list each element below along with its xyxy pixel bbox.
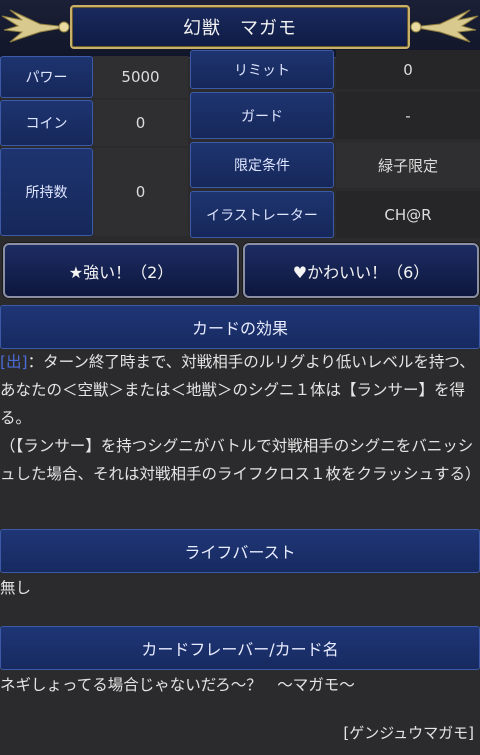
owned-count-label: 所持数 (0, 148, 93, 236)
effect-tag: [出] (0, 353, 28, 371)
card-effect-text: [出]：ターン終了時まで、対戦相手のルリグより低いレベルを持つ、あなたの＜空獣＞… (0, 348, 480, 488)
condition-label: 限定条件 (190, 142, 334, 188)
flavor-heading: カードフレーバー/カード名 (0, 626, 480, 670)
illustrator-value: CH@R (336, 191, 480, 238)
life-burst-heading: ライフバースト (0, 529, 480, 573)
illustrator-label: イラストレーター (190, 191, 334, 238)
coin-label: コイン (0, 100, 93, 146)
card-name-reading: [ゲンジュウマガモ] (343, 724, 474, 742)
strong-vote-button[interactable]: ★強い！（2） (3, 243, 239, 298)
cute-vote-button[interactable]: ♥かわいい！（6） (243, 243, 479, 298)
card-effect-heading: カードの効果 (0, 305, 480, 349)
limit-value: 0 (336, 50, 480, 89)
guard-label: ガード (190, 92, 334, 139)
flavor-text: ネギしょってる場合じゃないだろ～？ ～マガモ～ (0, 676, 355, 694)
limit-label: リミット (190, 50, 334, 89)
condition-value: 緑子限定 (336, 142, 480, 188)
power-label: パワー (0, 56, 93, 98)
page-title: 幻獣 マガモ (70, 5, 410, 49)
coin-value: 0 (93, 100, 188, 146)
right-wing-ornament-icon (410, 9, 479, 43)
left-wing-ornament-icon (1, 9, 70, 43)
guard-value: - (336, 92, 480, 139)
life-burst-text: 無し (0, 579, 32, 597)
effect-body: ：ターン終了時まで、対戦相手のルリグより低いレベルを持つ、あなたの＜空獣＞または… (0, 353, 480, 483)
power-value: 5000 (93, 56, 188, 98)
owned-count-value: 0 (93, 148, 188, 236)
